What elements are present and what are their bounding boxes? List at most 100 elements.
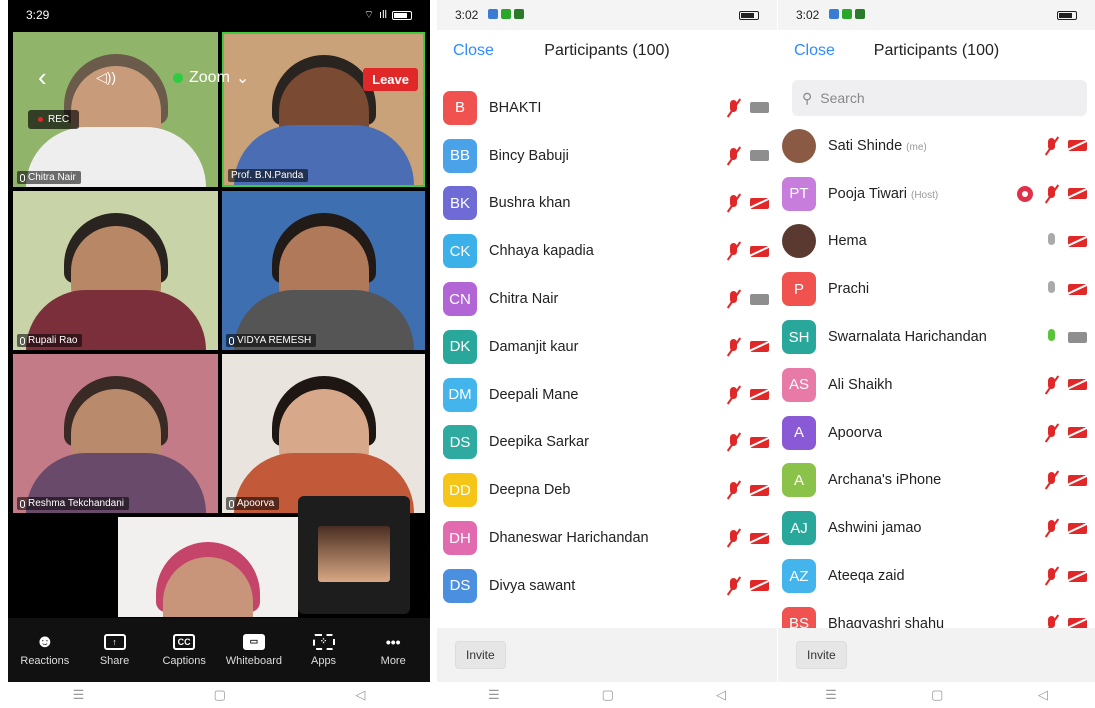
mic-icon — [1043, 328, 1059, 346]
participant-row[interactable]: BB Bincy Babuji — [443, 132, 777, 180]
video-tile-bn-panda[interactable]: Prof. B.N.Panda — [222, 32, 425, 187]
participant-name: Archana's iPhone — [828, 472, 942, 489]
participant-row[interactable]: P Prachi — [782, 265, 1095, 313]
participant-row[interactable]: CN Chitra Nair — [443, 275, 777, 323]
participant-row[interactable]: DS Deepika Sarkar — [443, 419, 777, 467]
android-nav-bar: ☰ ▢ ◁ — [437, 682, 777, 708]
zoom-meeting-screen: 3:29 ⌔ ıll Chitra Nair Prof. B.N.Panda R… — [8, 0, 430, 682]
participant-row[interactable]: AS Ali Shaikh — [782, 361, 1095, 409]
participant-row[interactable]: DK Damanjit kaur — [443, 323, 777, 371]
avatar: DS — [443, 568, 477, 603]
video-tile-reshma-tekchandani[interactable]: Reshma Tekchandani — [13, 354, 218, 513]
participant-row[interactable]: BS Bhagyashri shahu — [782, 600, 1095, 628]
avatar: DS — [443, 425, 477, 460]
participant-row[interactable]: AJ Ashwini jamao — [782, 504, 1095, 552]
participant-name: Apoorva — [237, 498, 275, 509]
participant-row[interactable]: B BHAKTI — [443, 84, 777, 132]
reactions-icon: ☻ — [35, 631, 55, 651]
home-icon[interactable]: ▢ — [214, 687, 226, 703]
participant-row[interactable]: SH Swarnalata Harichandan — [782, 313, 1095, 361]
participant-row[interactable]: CK Chhaya kapadia — [443, 227, 777, 275]
captions-button[interactable]: CC Captions — [149, 618, 219, 682]
video-off-icon — [750, 341, 769, 353]
video-off-icon — [750, 197, 769, 209]
participants-list: Sati Shinde (me) PT Pooja Tiwari (Host) Hema P… — [778, 122, 1095, 628]
mic-muted-icon — [1043, 184, 1060, 204]
mic-muted-icon — [725, 480, 742, 500]
participant-row[interactable]: A Apoorva — [782, 409, 1095, 457]
video-tile-vidya-remesh[interactable]: VIDYA REMESH — [222, 191, 425, 350]
participant-name: BHAKTI — [489, 99, 542, 116]
search-input[interactable]: ⚲ Search — [792, 80, 1087, 116]
participant-row[interactable]: DM Deepali Mane — [443, 371, 777, 419]
self-view[interactable] — [298, 496, 410, 614]
video-off-icon — [1068, 235, 1087, 247]
video-tile-active-speaker[interactable] — [118, 517, 298, 617]
back-icon[interactable]: ◁ — [716, 687, 726, 703]
back-icon[interactable]: ◁ — [1038, 687, 1048, 703]
participant-name: Bushra khan — [489, 195, 571, 212]
mic-muted-icon — [725, 98, 742, 118]
participant-name: Prachi — [828, 281, 870, 298]
participant-row[interactable]: AZ Ateeqa zaid — [782, 552, 1095, 600]
participant-row[interactable]: PT Pooja Tiwari (Host) — [782, 170, 1095, 218]
more-button[interactable]: ••• More — [358, 618, 428, 682]
more-icon: ••• — [385, 633, 401, 650]
invite-button[interactable]: Invite — [455, 641, 506, 669]
search-icon: ⚲ — [802, 89, 813, 106]
avatar: P — [782, 272, 816, 307]
menu-icon[interactable]: ☰ — [488, 687, 500, 703]
meeting-title[interactable]: Zoom ⌄ — [173, 68, 249, 88]
invite-bar: Invite — [437, 628, 777, 682]
leave-button[interactable]: Leave — [363, 68, 418, 91]
participant-row[interactable]: BK Bushra khan — [443, 180, 777, 228]
invite-button[interactable]: Invite — [796, 641, 847, 669]
video-off-icon — [750, 484, 769, 496]
participant-name: VIDYA REMESH — [237, 335, 312, 346]
avatar: DK — [443, 329, 477, 364]
participant-name: Ashwini jamao — [828, 520, 922, 537]
participant-row[interactable]: Hema — [782, 218, 1095, 266]
mic-icon — [1043, 280, 1059, 298]
participant-row[interactable]: DD Deepna Deb — [443, 466, 777, 514]
video-off-icon — [1068, 474, 1087, 486]
mic-muted-icon — [725, 289, 742, 309]
mic-muted-icon — [1043, 518, 1060, 538]
video-off-icon — [750, 436, 769, 448]
video-tile-rupali-rao[interactable]: Rupali Rao — [13, 191, 218, 350]
video-icon — [750, 150, 769, 162]
participant-row[interactable]: DH Dhaneswar Harichandan — [443, 514, 777, 562]
participant-name: Deepika Sarkar — [489, 434, 589, 451]
participant-name: Swarnalata Harichandan — [828, 329, 987, 346]
reactions-button[interactable]: ☻ Reactions — [10, 618, 80, 682]
self-video-thumbnail — [318, 526, 390, 582]
whiteboard-button[interactable]: ▭ Whiteboard — [219, 618, 289, 682]
participant-name: Dhaneswar Harichandan — [489, 530, 649, 547]
back-arrow-icon[interactable]: ‹ — [38, 62, 47, 93]
home-icon[interactable]: ▢ — [931, 687, 943, 703]
mic-muted-icon — [725, 528, 742, 548]
video-tile-apoorva[interactable]: Apoorva — [222, 354, 425, 513]
participant-row[interactable]: Sati Shinde (me) — [782, 122, 1095, 170]
back-icon[interactable]: ◁ — [355, 687, 365, 703]
participant-name: Sati Shinde (me) — [828, 137, 927, 154]
avatar: A — [782, 463, 816, 498]
share-button[interactable]: ↑ Share — [80, 618, 150, 682]
avatar: PT — [782, 176, 816, 211]
battery-icon — [1057, 10, 1077, 20]
avatar: AJ — [782, 511, 816, 546]
mic-muted-icon — [1043, 614, 1060, 628]
share-icon: ↑ — [103, 633, 126, 650]
apps-button[interactable]: ⁘ Apps — [289, 618, 359, 682]
speaker-icon[interactable]: ◁)) — [96, 69, 116, 86]
participant-name: Apoorva — [828, 424, 883, 441]
apps-icon: ⁘ — [312, 633, 335, 650]
home-icon[interactable]: ▢ — [602, 687, 614, 703]
participant-name: Deepali Mane — [489, 386, 579, 403]
participant-row[interactable]: DS Divya sawant — [443, 562, 777, 610]
menu-icon[interactable]: ☰ — [825, 687, 837, 703]
participant-row[interactable]: A Archana's iPhone — [782, 457, 1095, 505]
menu-icon[interactable]: ☰ — [73, 687, 85, 703]
video-icon — [1068, 331, 1087, 343]
participant-role-tag: (me) — [906, 141, 927, 153]
